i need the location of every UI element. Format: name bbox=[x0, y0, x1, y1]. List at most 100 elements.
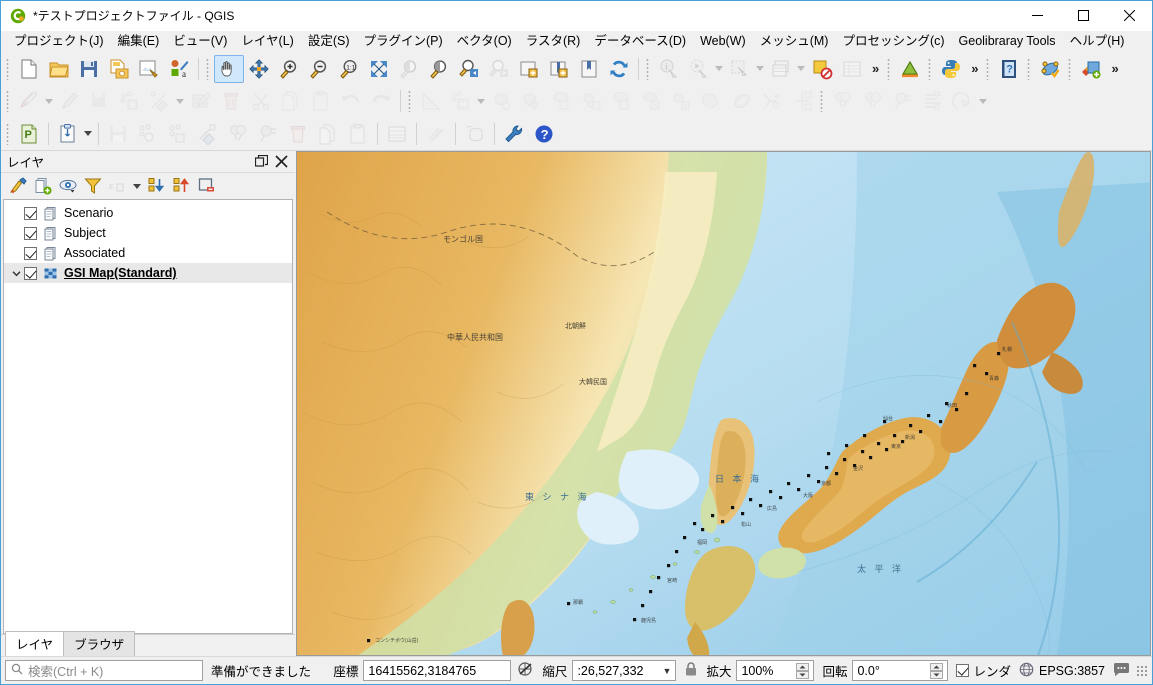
render-checkbox[interactable] bbox=[956, 664, 970, 677]
offset-point-symbols-icon[interactable] bbox=[918, 87, 948, 115]
toolbar-grip[interactable] bbox=[886, 57, 894, 80]
help-contents-icon[interactable]: ? bbox=[994, 55, 1024, 83]
python-console-icon[interactable] bbox=[936, 55, 966, 83]
minimize-button[interactable] bbox=[1014, 1, 1060, 31]
search-input[interactable]: 検索(Ctrl + K) bbox=[5, 660, 203, 681]
menu-database[interactable]: データベース(D) bbox=[587, 32, 693, 52]
delete-part-icon[interactable] bbox=[667, 87, 697, 115]
messages-log-button[interactable] bbox=[1113, 662, 1130, 680]
toolbar-grip[interactable] bbox=[5, 90, 12, 112]
modify-attributes-icon[interactable] bbox=[186, 87, 216, 115]
save-project-icon[interactable] bbox=[74, 55, 104, 83]
new-bookmark-icon[interactable] bbox=[574, 55, 604, 83]
expand-collapse-icon[interactable] bbox=[8, 269, 24, 278]
coordinate-field[interactable]: 16415562,3184765 bbox=[363, 660, 512, 681]
map-canvas[interactable]: モンゴル国 中華人民共和国 北朝鮮 大韓民国 日 本 海 東 シ ナ 海 太 平… bbox=[296, 151, 1151, 656]
offset-curve-icon[interactable] bbox=[727, 87, 757, 115]
table-overview-icon[interactable] bbox=[837, 55, 867, 83]
expand-all-icon[interactable] bbox=[146, 175, 168, 197]
stepper-down-icon[interactable] bbox=[796, 670, 810, 679]
menu-plugins[interactable]: プラグイン(P) bbox=[357, 32, 450, 52]
topology-checker-icon[interactable] bbox=[1035, 55, 1065, 83]
project-properties-icon[interactable]: P bbox=[14, 120, 44, 148]
refresh-icon[interactable] bbox=[604, 55, 634, 83]
delete-ring-icon[interactable] bbox=[637, 87, 667, 115]
toggle-editing-icon[interactable] bbox=[14, 87, 44, 115]
zoom-out-icon[interactable] bbox=[304, 55, 334, 83]
chevron-down-icon[interactable] bbox=[979, 98, 987, 104]
add-group-icon[interactable] bbox=[32, 175, 54, 197]
measure-icon[interactable] bbox=[895, 55, 925, 83]
filter-legend-expression-icon[interactable]: ε bbox=[107, 175, 129, 197]
scale-lock[interactable] bbox=[684, 661, 698, 680]
cut-features-icon[interactable] bbox=[246, 87, 276, 115]
window-resize-grip[interactable] bbox=[1136, 664, 1148, 677]
zoom-full-icon[interactable] bbox=[364, 55, 394, 83]
run-feature-action-icon[interactable] bbox=[684, 55, 714, 83]
pan-map-icon[interactable] bbox=[214, 54, 244, 83]
settings-wrench-icon[interactable] bbox=[499, 120, 529, 148]
chevron-down-icon[interactable] bbox=[45, 98, 53, 104]
collapse-all-icon[interactable] bbox=[171, 175, 193, 197]
rotate-feature-icon[interactable] bbox=[487, 87, 517, 115]
clipboard-icon[interactable] bbox=[53, 120, 83, 148]
crs-selector[interactable]: EPSG:3857 bbox=[1019, 662, 1105, 680]
add-feature-icon[interactable] bbox=[115, 87, 145, 115]
toolbar-grip[interactable] bbox=[985, 57, 993, 80]
menu-geolibrary-tools[interactable]: Geolibraray Tools bbox=[952, 32, 1063, 52]
copy-features-icon[interactable] bbox=[276, 87, 306, 115]
layer-row-associated[interactable]: Associated bbox=[4, 243, 292, 263]
chevron-down-icon[interactable]: ▼ bbox=[655, 666, 672, 676]
zoom-native-icon[interactable]: 1:1 bbox=[334, 55, 364, 83]
layer-visibility-checkbox[interactable] bbox=[24, 246, 37, 260]
layer-tree[interactable]: Scenario Subject Associated GSI Map(Stan… bbox=[3, 199, 293, 634]
toolbar-overflow-button[interactable]: » bbox=[867, 61, 884, 76]
menu-edit[interactable]: 編集(E) bbox=[111, 32, 167, 52]
merge-network-icon[interactable] bbox=[253, 120, 283, 148]
fill-ring-icon[interactable] bbox=[607, 87, 637, 115]
remove-layer-icon[interactable] bbox=[196, 175, 218, 197]
toolbar-grip[interactable] bbox=[819, 90, 826, 112]
toolbar-grip[interactable] bbox=[645, 57, 652, 80]
new-project-icon[interactable] bbox=[14, 55, 44, 83]
render-toggle[interactable]: レンダ bbox=[956, 661, 1011, 680]
zoom-to-layer-icon[interactable] bbox=[424, 55, 454, 83]
pan-to-selection-icon[interactable] bbox=[244, 55, 274, 83]
open-project-icon[interactable] bbox=[44, 55, 74, 83]
layer-visibility-checkbox[interactable] bbox=[24, 266, 37, 280]
layer-row-scenario[interactable]: Scenario bbox=[4, 203, 292, 223]
chevron-down-icon[interactable] bbox=[715, 66, 723, 71]
toolbar-grip[interactable] bbox=[5, 57, 12, 80]
zoom-next-icon[interactable] bbox=[484, 55, 514, 83]
toolbar-grip[interactable] bbox=[1067, 57, 1075, 80]
menu-web[interactable]: Web(W) bbox=[693, 32, 753, 52]
split-parts-icon[interactable] bbox=[787, 87, 817, 115]
lock-icon[interactable] bbox=[684, 661, 698, 680]
add-polygon-icon[interactable] bbox=[163, 120, 193, 148]
style-manager-icon[interactable]: a bbox=[164, 55, 194, 83]
rotate-point-symbols-icon[interactable] bbox=[888, 87, 918, 115]
menu-help[interactable]: ヘルプ(H) bbox=[1063, 32, 1132, 52]
select-features-icon[interactable] bbox=[725, 55, 755, 83]
vertex-tool-icon[interactable] bbox=[145, 87, 175, 115]
magnifier-stepper[interactable] bbox=[790, 662, 810, 679]
toolbar-overflow-button-2[interactable]: » bbox=[1106, 61, 1123, 76]
save-project-as-icon[interactable] bbox=[104, 55, 134, 83]
chevron-down-icon[interactable] bbox=[477, 98, 485, 104]
simplify-feature-icon[interactable] bbox=[517, 87, 547, 115]
open-attribute-table-icon[interactable] bbox=[766, 55, 796, 83]
reshape-features-icon[interactable] bbox=[697, 87, 727, 115]
undock-icon[interactable] bbox=[254, 154, 269, 168]
stepper-down-icon[interactable] bbox=[930, 670, 944, 679]
zoom-last-icon[interactable] bbox=[454, 55, 484, 83]
python-overflow-button[interactable]: » bbox=[966, 61, 983, 76]
menu-settings[interactable]: 設定(S) bbox=[301, 32, 357, 52]
chevron-down-icon[interactable] bbox=[797, 66, 805, 71]
tab-browser[interactable]: ブラウザ bbox=[63, 631, 136, 656]
stepper-up-icon[interactable] bbox=[930, 662, 944, 671]
menu-layer[interactable]: レイヤ(L) bbox=[234, 32, 300, 52]
delete-network-icon[interactable] bbox=[283, 120, 313, 148]
save-icon[interactable] bbox=[103, 120, 133, 148]
help-icon[interactable]: ? bbox=[529, 120, 559, 148]
paste-network-icon[interactable] bbox=[343, 120, 373, 148]
